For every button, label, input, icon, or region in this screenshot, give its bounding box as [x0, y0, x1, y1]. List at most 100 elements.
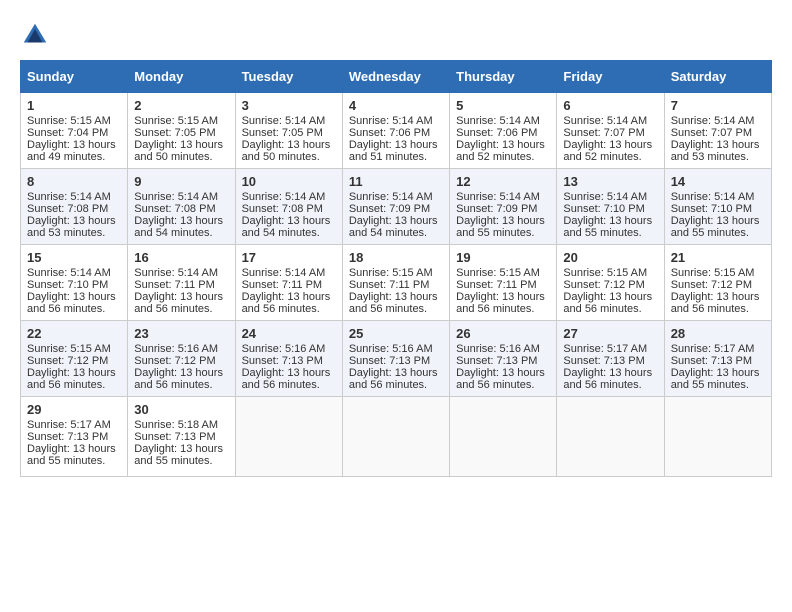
sunrise-label: Sunrise: 5:14 AM — [671, 115, 755, 127]
daylight-minutes: and 56 minutes. — [456, 379, 534, 391]
calendar-cell: 13 Sunrise: 5:14 AM Sunset: 7:10 PM Dayl… — [557, 169, 664, 245]
sunrise-label: Sunrise: 5:15 AM — [134, 115, 218, 127]
calendar-cell: 18 Sunrise: 5:15 AM Sunset: 7:11 PM Dayl… — [342, 245, 449, 321]
daylight-label: Daylight: 13 hours — [27, 139, 116, 151]
daylight-label: Daylight: 13 hours — [349, 291, 438, 303]
daylight-label: Daylight: 13 hours — [671, 215, 760, 227]
daylight-label: Daylight: 13 hours — [134, 443, 223, 455]
day-number: 19 — [456, 250, 550, 265]
calendar-cell: 25 Sunrise: 5:16 AM Sunset: 7:13 PM Dayl… — [342, 321, 449, 397]
daylight-minutes: and 56 minutes. — [563, 379, 641, 391]
daylight-label: Daylight: 13 hours — [27, 367, 116, 379]
calendar-cell: 14 Sunrise: 5:14 AM Sunset: 7:10 PM Dayl… — [664, 169, 771, 245]
day-header-wednesday: Wednesday — [342, 61, 449, 93]
sunset-label: Sunset: 7:13 PM — [242, 355, 323, 367]
sunset-label: Sunset: 7:12 PM — [563, 279, 644, 291]
daylight-minutes: and 56 minutes. — [27, 379, 105, 391]
sunset-label: Sunset: 7:10 PM — [563, 203, 644, 215]
daylight-minutes: and 52 minutes. — [456, 151, 534, 163]
calendar-cell: 28 Sunrise: 5:17 AM Sunset: 7:13 PM Dayl… — [664, 321, 771, 397]
daylight-minutes: and 53 minutes. — [27, 227, 105, 239]
sunrise-label: Sunrise: 5:14 AM — [27, 191, 111, 203]
day-header-thursday: Thursday — [450, 61, 557, 93]
sunrise-label: Sunrise: 5:16 AM — [242, 343, 326, 355]
day-number: 8 — [27, 174, 121, 189]
day-number: 14 — [671, 174, 765, 189]
day-number: 30 — [134, 402, 228, 417]
sunset-label: Sunset: 7:11 PM — [242, 279, 323, 291]
calendar-cell — [664, 397, 771, 477]
sunrise-label: Sunrise: 5:14 AM — [671, 191, 755, 203]
calendar-header: SundayMondayTuesdayWednesdayThursdayFrid… — [21, 61, 772, 93]
daylight-label: Daylight: 13 hours — [27, 291, 116, 303]
day-number: 21 — [671, 250, 765, 265]
calendar-cell: 6 Sunrise: 5:14 AM Sunset: 7:07 PM Dayli… — [557, 93, 664, 169]
sunrise-label: Sunrise: 5:14 AM — [242, 267, 326, 279]
daylight-minutes: and 55 minutes. — [456, 227, 534, 239]
daylight-label: Daylight: 13 hours — [242, 139, 331, 151]
sunset-label: Sunset: 7:12 PM — [27, 355, 108, 367]
sunset-label: Sunset: 7:12 PM — [134, 355, 215, 367]
calendar-cell: 4 Sunrise: 5:14 AM Sunset: 7:06 PM Dayli… — [342, 93, 449, 169]
sunset-label: Sunset: 7:07 PM — [671, 127, 752, 139]
calendar-cell: 7 Sunrise: 5:14 AM Sunset: 7:07 PM Dayli… — [664, 93, 771, 169]
sunset-label: Sunset: 7:08 PM — [27, 203, 108, 215]
daylight-minutes: and 55 minutes. — [134, 455, 212, 467]
sunset-label: Sunset: 7:12 PM — [671, 279, 752, 291]
daylight-minutes: and 56 minutes. — [27, 303, 105, 315]
calendar-week-2: 8 Sunrise: 5:14 AM Sunset: 7:08 PM Dayli… — [21, 169, 772, 245]
calendar-week-5: 29 Sunrise: 5:17 AM Sunset: 7:13 PM Dayl… — [21, 397, 772, 477]
daylight-minutes: and 56 minutes. — [456, 303, 534, 315]
day-number: 27 — [563, 326, 657, 341]
sunset-label: Sunset: 7:11 PM — [349, 279, 430, 291]
daylight-label: Daylight: 13 hours — [456, 139, 545, 151]
daylight-minutes: and 51 minutes. — [349, 151, 427, 163]
day-number: 1 — [27, 98, 121, 113]
daylight-label: Daylight: 13 hours — [134, 291, 223, 303]
calendar-cell: 26 Sunrise: 5:16 AM Sunset: 7:13 PM Dayl… — [450, 321, 557, 397]
daylight-minutes: and 52 minutes. — [563, 151, 641, 163]
calendar-cell: 12 Sunrise: 5:14 AM Sunset: 7:09 PM Dayl… — [450, 169, 557, 245]
sunrise-label: Sunrise: 5:15 AM — [27, 115, 111, 127]
day-number: 26 — [456, 326, 550, 341]
sunrise-label: Sunrise: 5:14 AM — [134, 191, 218, 203]
sunrise-label: Sunrise: 5:14 AM — [456, 191, 540, 203]
sunrise-label: Sunrise: 5:15 AM — [456, 267, 540, 279]
calendar-cell: 2 Sunrise: 5:15 AM Sunset: 7:05 PM Dayli… — [128, 93, 235, 169]
sunrise-label: Sunrise: 5:18 AM — [134, 419, 218, 431]
sunrise-label: Sunrise: 5:17 AM — [27, 419, 111, 431]
sunset-label: Sunset: 7:04 PM — [27, 127, 108, 139]
daylight-minutes: and 56 minutes. — [134, 379, 212, 391]
sunrise-label: Sunrise: 5:14 AM — [134, 267, 218, 279]
sunrise-label: Sunrise: 5:15 AM — [563, 267, 647, 279]
day-header-sunday: Sunday — [21, 61, 128, 93]
sunrise-label: Sunrise: 5:14 AM — [563, 191, 647, 203]
day-number: 11 — [349, 174, 443, 189]
day-number: 25 — [349, 326, 443, 341]
calendar-week-1: 1 Sunrise: 5:15 AM Sunset: 7:04 PM Dayli… — [21, 93, 772, 169]
calendar-cell: 1 Sunrise: 5:15 AM Sunset: 7:04 PM Dayli… — [21, 93, 128, 169]
sunrise-label: Sunrise: 5:14 AM — [563, 115, 647, 127]
day-number: 18 — [349, 250, 443, 265]
daylight-label: Daylight: 13 hours — [134, 215, 223, 227]
day-number: 22 — [27, 326, 121, 341]
day-number: 28 — [671, 326, 765, 341]
sunrise-label: Sunrise: 5:14 AM — [456, 115, 540, 127]
sunrise-label: Sunrise: 5:16 AM — [456, 343, 540, 355]
sunset-label: Sunset: 7:09 PM — [456, 203, 537, 215]
daylight-label: Daylight: 13 hours — [242, 367, 331, 379]
daylight-minutes: and 56 minutes. — [563, 303, 641, 315]
sunset-label: Sunset: 7:08 PM — [242, 203, 323, 215]
calendar-cell — [235, 397, 342, 477]
calendar-cell: 29 Sunrise: 5:17 AM Sunset: 7:13 PM Dayl… — [21, 397, 128, 477]
day-number: 3 — [242, 98, 336, 113]
daylight-label: Daylight: 13 hours — [242, 215, 331, 227]
day-header-monday: Monday — [128, 61, 235, 93]
sunset-label: Sunset: 7:10 PM — [671, 203, 752, 215]
daylight-minutes: and 56 minutes. — [242, 303, 320, 315]
day-number: 29 — [27, 402, 121, 417]
day-number: 24 — [242, 326, 336, 341]
logo — [20, 20, 54, 50]
daylight-minutes: and 54 minutes. — [134, 227, 212, 239]
daylight-label: Daylight: 13 hours — [563, 139, 652, 151]
